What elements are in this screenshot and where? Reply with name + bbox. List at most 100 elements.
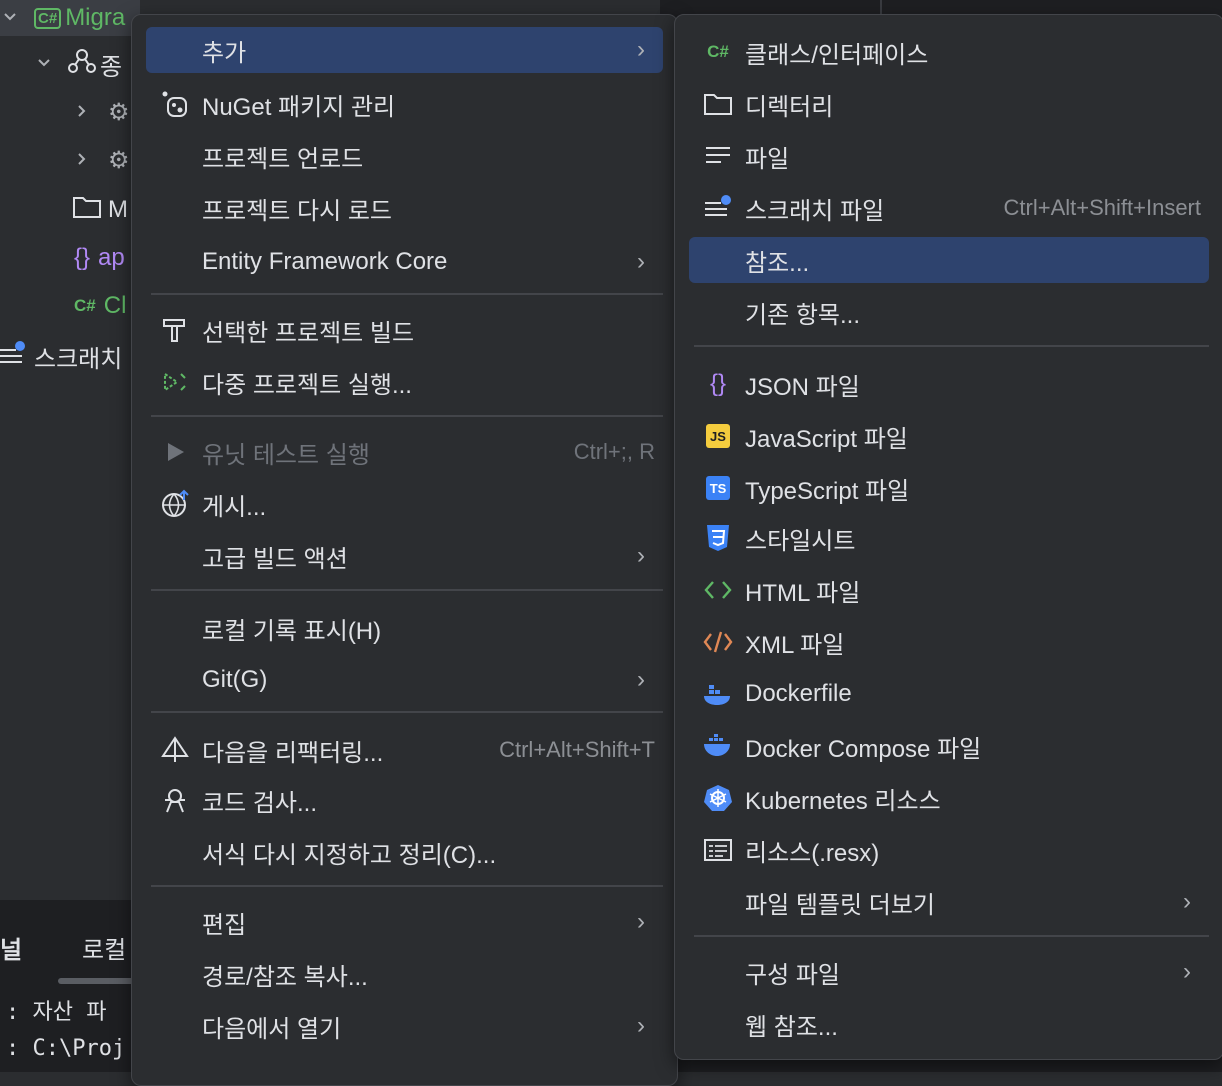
shortcut-label: Ctrl+Alt+Shift+Insert	[1003, 195, 1201, 220]
tab-local[interactable]: 로컬	[82, 930, 126, 965]
menu-item-label: 추가	[202, 39, 247, 67]
menu-item-open-in[interactable]: 다음에서 열기 ›	[146, 1003, 663, 1049]
shortcut-label: Ctrl+;, R	[573, 439, 655, 464]
menu-item-edit[interactable]: 편집 ›	[146, 899, 663, 945]
menu-item-kubernetes[interactable]: Kubernetes 리소스	[689, 775, 1209, 821]
menu-item-label: Entity Framework Core	[202, 248, 448, 275]
chevron-down-icon[interactable]	[2, 4, 22, 32]
menu-item-label: 참조...	[745, 249, 810, 277]
menu-item-javascript-file[interactable]: JS JavaScript 파일	[689, 413, 1209, 459]
menu-item-existing-item[interactable]: 기존 항목...	[689, 289, 1209, 335]
chevron-right-icon: ›	[637, 908, 645, 935]
menu-item-directory[interactable]: 디렉터리	[689, 81, 1209, 127]
tree-row-json[interactable]: {} ap	[74, 240, 125, 276]
menu-item-label: 스크래치 파일	[745, 197, 885, 225]
menu-item-advanced-build[interactable]: 고급 빌드 액션 ›	[146, 533, 663, 579]
scratch-file-icon	[0, 340, 28, 373]
tab-panel[interactable]: 널	[0, 930, 22, 965]
menu-item-entity-framework[interactable]: Entity Framework Core ›	[146, 239, 663, 285]
menu-item-publish[interactable]: 게시...	[146, 481, 663, 527]
gear-icon: ⚙	[108, 98, 130, 126]
menu-item-code-inspect[interactable]: 코드 검사...	[146, 777, 663, 823]
menu-item-git[interactable]: Git(G) ›	[146, 657, 663, 703]
menu-item-local-history[interactable]: 로컬 기록 표시(H)	[146, 605, 663, 651]
chevron-right-icon: ›	[1183, 958, 1191, 985]
tree-row-scratches[interactable]: 스크래치	[0, 338, 122, 374]
menu-item-copy-path[interactable]: 경로/참조 복사...	[146, 951, 663, 997]
chevron-right-icon: ›	[637, 36, 645, 63]
tree-row-item[interactable]: ⚙	[74, 142, 130, 178]
scrollbar[interactable]	[58, 978, 138, 984]
chevron-right-icon[interactable]	[74, 98, 90, 126]
menu-item-scratch-file[interactable]: 스크래치 파일 Ctrl+Alt+Shift+Insert	[689, 185, 1209, 231]
menu-item-html-file[interactable]: HTML 파일	[689, 567, 1209, 613]
tree-row-label: Cl	[103, 292, 127, 319]
menu-item-web-reference[interactable]: 웹 참조...	[689, 1001, 1209, 1047]
menu-item-label: 웹 참조...	[745, 1013, 838, 1041]
docker-compose-icon	[703, 731, 733, 761]
menu-item-unload-project[interactable]: 프로젝트 언로드	[146, 133, 663, 179]
csharp-icon: C#	[74, 296, 96, 315]
menu-item-add[interactable]: 추가 ›	[146, 27, 663, 73]
json-icon: {}	[74, 244, 91, 271]
menu-item-refactor[interactable]: 다음을 리팩터링... Ctrl+Alt+Shift+T	[146, 727, 663, 773]
menu-item-build-selected[interactable]: 선택한 프로젝트 빌드	[146, 307, 663, 353]
tree-row-folder[interactable]: M	[72, 192, 128, 228]
tree-row-item[interactable]: ⚙	[74, 94, 130, 130]
menu-item-reference[interactable]: 참조...	[689, 237, 1209, 283]
nuget-icon	[160, 89, 190, 119]
console-line: : 자산 파	[6, 1000, 107, 1025]
scratch-file-icon	[703, 193, 733, 223]
menu-item-label: Kubernetes 리소스	[745, 787, 941, 815]
menu-item-class-interface[interactable]: C# 클래스/인터페이스	[689, 29, 1209, 75]
menu-item-reformat[interactable]: 서식 다시 지정하고 정리(C)...	[146, 829, 663, 875]
menu-item-file[interactable]: 파일	[689, 133, 1209, 179]
css-icon	[703, 523, 733, 553]
folder-icon	[72, 194, 102, 227]
menu-item-multi-run[interactable]: 다중 프로젝트 실행...	[146, 359, 663, 405]
menu-item-run-unit-tests[interactable]: 유닛 테스트 실행 Ctrl+;, R	[146, 429, 663, 475]
menu-item-label: 디렉터리	[745, 93, 834, 121]
menu-item-label: HTML 파일	[745, 579, 861, 607]
menu-item-more-templates[interactable]: 파일 템플릿 더보기 ›	[689, 879, 1209, 925]
tree-row-project[interactable]: C# Migra	[0, 0, 140, 36]
html-icon	[703, 575, 733, 605]
menu-item-label: 선택한 프로젝트 빌드	[202, 319, 415, 347]
menu-item-label: Dockerfile	[745, 680, 852, 707]
menu-item-label: Docker Compose 파일	[745, 735, 982, 763]
typescript-icon: TS	[703, 473, 733, 503]
add-submenu: C# 클래스/인터페이스 디렉터리 파일 스크래치 파일 Ctrl+Alt+Sh…	[674, 14, 1222, 1060]
menu-item-label: 파일 템플릿 더보기	[745, 891, 935, 919]
menu-item-docker-compose[interactable]: Docker Compose 파일	[689, 723, 1209, 769]
menu-item-typescript-file[interactable]: TS TypeScript 파일	[689, 465, 1209, 511]
kubernetes-icon	[703, 783, 733, 813]
run-icon	[160, 437, 190, 467]
menu-item-resx[interactable]: 리소스(.resx)	[689, 827, 1209, 873]
folder-icon	[703, 89, 733, 119]
chevron-down-icon[interactable]	[36, 50, 52, 78]
json-icon: {}	[709, 370, 727, 397]
menu-item-stylesheet[interactable]: 스타일시트	[689, 515, 1209, 561]
chevron-right-icon: ›	[1183, 888, 1191, 915]
menu-item-xml-file[interactable]: XML 파일	[689, 619, 1209, 665]
tree-row-csharp[interactable]: C# Cl	[74, 288, 126, 324]
menu-item-label: 다중 프로젝트 실행...	[202, 371, 412, 399]
menu-item-label: JavaScript 파일	[745, 425, 908, 453]
menu-item-json-file[interactable]: {} JSON 파일	[689, 361, 1209, 407]
menu-item-label: XML 파일	[745, 631, 845, 659]
menu-item-reload-project[interactable]: 프로젝트 다시 로드	[146, 185, 663, 231]
menu-item-label: 로컬 기록 표시(H)	[202, 617, 382, 645]
menu-item-label: 파일	[745, 145, 790, 173]
chevron-right-icon[interactable]	[74, 146, 90, 174]
project-name: Migra	[65, 4, 126, 31]
menu-item-label: 스타일시트	[745, 527, 856, 555]
menu-item-label: 구성 파일	[745, 961, 840, 989]
menu-item-config-file[interactable]: 구성 파일 ›	[689, 949, 1209, 995]
menu-item-label: 프로젝트 다시 로드	[202, 197, 392, 225]
file-icon	[703, 141, 733, 171]
menu-item-nuget[interactable]: NuGet 패키지 관리	[146, 81, 663, 127]
separator	[151, 293, 663, 295]
tree-row-dependencies[interactable]: 종	[36, 46, 122, 82]
separator	[151, 415, 663, 417]
menu-item-dockerfile[interactable]: Dockerfile	[689, 671, 1209, 717]
